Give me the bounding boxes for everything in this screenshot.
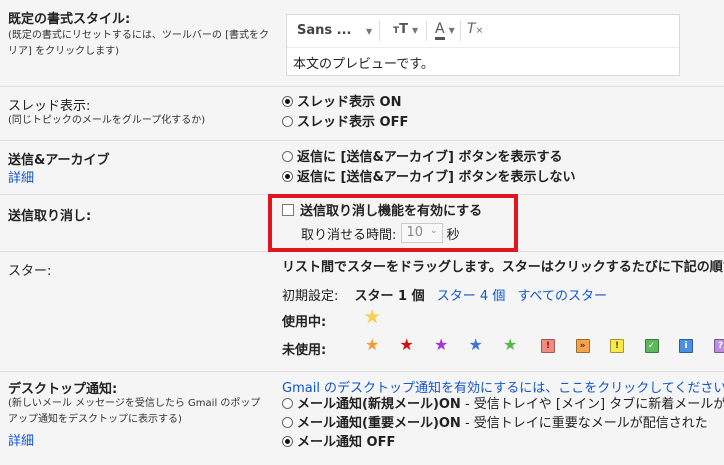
send-archive-show-label: 返信に [送信&アーカイブ] ボタンを表示する [297,150,563,165]
desktop-off-label: メール通知 OFF [297,435,396,450]
radio-icon[interactable] [282,398,293,409]
desktop-important-desc: - 受信トレイに重要なメールが配信された [460,416,708,431]
undo-period-value: 10 [406,225,424,240]
stars-presets: 初期設定: スター 1 個 スター 4 個 すべてのスター [282,285,607,304]
undo-period-unit: 秒 [446,228,460,243]
desktop-important-option[interactable]: メール通知(重要メール)ON - 受信トレイに重要なメールが配信された [282,415,708,433]
chevron-down-icon: ⌄ [429,226,438,236]
desktop-new-desc: - 受信トレイや [メイン] タブに新着メールが [460,397,724,412]
radio-icon[interactable] [282,116,293,127]
desktop-help: (新しいメール メッセージを受信したら Gmail のポップアップ通知をデスクト… [8,398,261,425]
undo-period-select[interactable]: 10 ⌄ [400,223,443,243]
desktop-enable-link[interactable]: Gmail のデスクトップ通知を有効にするには、ここをクリックしてください。 [282,377,724,396]
stars-description: リスト間でスターをドラッグします。スターはクリックするたびに下記の順で切 [282,260,724,275]
not-in-use-label: 未使用: [282,343,327,358]
undo-send-label: 送信取り消し: [8,209,92,224]
radio-selected-icon[interactable] [282,96,293,107]
presets-label: 初期設定: [282,289,339,304]
purple-question-icon[interactable]: ? [713,339,724,353]
preset-all-stars-link[interactable]: すべてのスター [517,289,607,304]
format-toolbar: Sans ... ▼ TT ▼ A ▼ T× [287,15,679,48]
threading-label: スレッド表示: [8,99,91,114]
send-archive-hide-option[interactable]: 返信に [送信&アーカイブ] ボタンを表示しない [282,169,576,187]
font-family-select[interactable]: Sans ... ▼ [297,23,372,38]
red-star-icon[interactable]: ★ [400,336,414,354]
radio-selected-icon[interactable] [282,171,293,182]
threading-off-option[interactable]: スレッド表示 OFF [282,114,408,132]
desktop-label: デスクトップ通知: [8,382,118,397]
send-archive-row: 送信&アーカイブ 詳細 返信に [送信&アーカイブ] ボタンを表示する 返信に … [0,141,724,195]
font-size-icon[interactable]: TT ▼ [393,22,418,37]
stars-label: スター: [8,264,52,279]
desktop-new-label: メール通知(新規メール)ON [297,397,461,412]
desktop-new-option[interactable]: メール通知(新規メール)ON - 受信トレイや [メイン] タブに新着メールが [282,396,724,414]
green-star-icon[interactable]: ★ [503,336,517,354]
toolbar-divider [426,21,427,41]
text-color-icon[interactable]: A ▼ [435,21,455,40]
blue-info-icon[interactable]: i [679,339,693,353]
preset-4-stars-link[interactable]: スター 4 個 [437,289,506,304]
radio-icon[interactable] [282,151,293,162]
send-archive-hide-label: 返信に [送信&アーカイブ] ボタンを表示しない [297,170,576,185]
radio-icon[interactable] [282,417,293,428]
default-style-help: (既定の書式にリセットするには、ツールバーの [書式をクリア] をクリックします… [8,30,269,57]
desktop-row: デスクトップ通知: (新しいメール メッセージを受信したら Gmail のポップ… [0,372,724,465]
stars-row: スター: リスト間でスターをドラッグします。スターはクリックするたびに下記の順で… [0,252,724,372]
send-archive-label: 送信&アーカイブ [8,153,110,168]
undo-send-row: 送信取り消し: 送信取り消し機能を有効にする 取り消せる時間: 10 ⌄ 秒 [0,194,724,252]
toolbar-divider [379,21,380,41]
threading-on-option[interactable]: スレッド表示 ON [282,94,401,112]
in-use-label: 使用中: [282,315,327,330]
threading-row: スレッド表示: (同じトピックのメールをグループ化するか) スレッド表示 ON … [0,87,724,141]
yellow-bang-icon[interactable]: ! [610,339,624,353]
checkbox-icon[interactable] [282,204,294,216]
threading-help: (同じトピックのメールをグループ化するか) [8,115,206,126]
radio-selected-icon[interactable] [282,436,293,447]
undo-period-label: 取り消せる時間: [301,228,397,243]
desktop-details-link[interactable]: 詳細 [8,430,34,449]
style-editor: Sans ... ▼ TT ▼ A ▼ T× 本文のプレビューです。 [286,14,680,76]
default-style-row: 既定の書式スタイル: (既定の書式にリセットするには、ツールバーの [書式をクリ… [0,0,724,87]
blue-star-icon[interactable]: ★ [469,336,483,354]
green-check-icon[interactable]: ✓ [644,339,659,353]
threading-off-label: スレッド表示 OFF [297,115,409,130]
orange-guillemet-icon[interactable]: » [575,339,590,353]
desktop-off-option[interactable]: メール通知 OFF [282,434,395,452]
preset-1-star: スター 1 個 [354,289,425,304]
preview-text[interactable]: 本文のプレビューです。 [293,53,434,72]
undo-send-enable-option[interactable]: 送信取り消し機能を有効にする [282,203,482,221]
red-bang-icon[interactable]: ! [541,339,555,353]
desktop-important-label: メール通知(重要メール)ON [297,416,461,431]
clear-format-icon[interactable]: T× [467,21,483,37]
send-archive-details-link[interactable]: 詳細 [8,167,34,186]
default-style-label: 既定の書式スタイル: [8,12,131,27]
send-archive-show-option[interactable]: 返信に [送信&アーカイブ] ボタンを表示する [282,149,563,167]
yellow-star-icon[interactable]: ★ [364,307,379,326]
font-family-value: Sans ... [297,23,352,38]
undo-period: 取り消せる時間: 10 ⌄ 秒 [301,223,460,243]
toolbar-divider [460,21,461,41]
undo-send-enable-label: 送信取り消し機能を有効にする [300,204,483,219]
threading-on-label: スレッド表示 ON [297,95,402,110]
chevron-down-icon: ▼ [366,27,373,36]
purple-star-icon[interactable]: ★ [434,336,448,354]
orange-star-icon[interactable]: ★ [365,336,379,354]
